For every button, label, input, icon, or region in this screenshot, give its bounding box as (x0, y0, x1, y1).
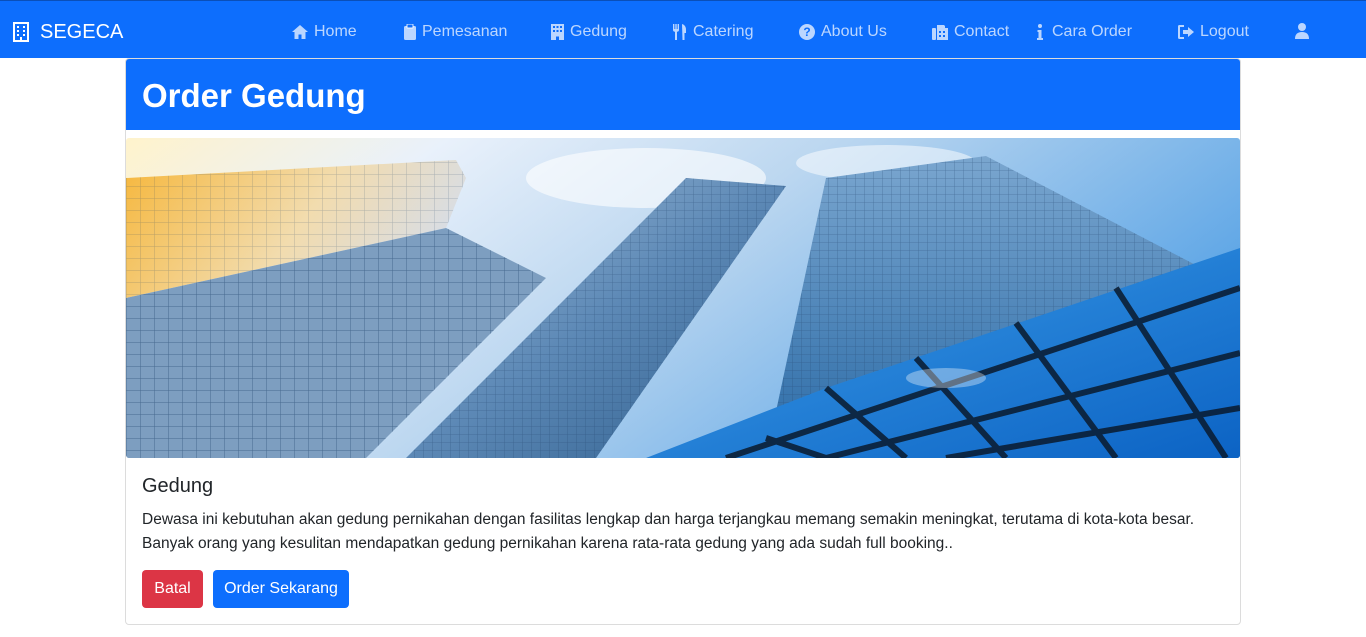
question-circle-icon: ? (799, 24, 815, 40)
utensils-icon (673, 24, 687, 40)
clipboard-icon (404, 24, 416, 40)
fax-icon (932, 24, 948, 40)
card-header: Order Gedung (126, 59, 1240, 130)
user-menu-button[interactable] (1295, 23, 1309, 44)
nav-item-label: Home (314, 23, 357, 40)
nav-item-home[interactable]: Home (292, 19, 357, 45)
brand-name: SEGECA (40, 20, 124, 43)
building-icon (13, 22, 29, 42)
home-icon (292, 25, 308, 39)
order-now-button[interactable]: Order Sekarang (213, 570, 349, 608)
nav-item-cara-order[interactable]: Cara Order (1036, 19, 1132, 45)
order-card: Order Gedung Gedung Dewasa ini kebutuhan… (125, 58, 1241, 625)
nav-item-contact[interactable]: Contact (932, 19, 1009, 45)
brand-link[interactable]: SEGECA (13, 19, 123, 45)
info-icon (1036, 24, 1044, 40)
nav-item-catering[interactable]: Catering (673, 19, 753, 45)
cancel-button[interactable]: Batal (142, 570, 203, 608)
nav-item-gedung[interactable]: Gedung (551, 19, 627, 45)
nav-item-label: Cara Order (1052, 23, 1133, 40)
svg-text:?: ? (803, 25, 810, 39)
nav-item-pemesanan[interactable]: Pemesanan (404, 19, 507, 45)
building-icon (551, 24, 564, 40)
nav-item-label: About Us (821, 23, 887, 40)
page-title: Order Gedung (142, 77, 366, 114)
building-image (126, 138, 1240, 458)
sign-out-icon (1178, 25, 1194, 39)
card-title: Gedung (142, 475, 214, 497)
nav-item-label: Gedung (570, 23, 627, 40)
nav-item-about-us[interactable]: ? About Us (799, 19, 887, 45)
nav-item-label: Catering (693, 23, 754, 40)
nav-item-label: Contact (954, 23, 1010, 40)
card-text: Dewasa ini kebutuhan akan gedung pernika… (142, 511, 1195, 552)
nav-item-logout[interactable]: Logout (1178, 19, 1249, 45)
nav-item-label: Logout (1200, 23, 1249, 40)
nav-item-label: Pemesanan (422, 23, 508, 40)
user-icon (1295, 23, 1309, 39)
navbar: SEGECA Home Pemesanan Gedung Catering ? … (0, 0, 1366, 58)
